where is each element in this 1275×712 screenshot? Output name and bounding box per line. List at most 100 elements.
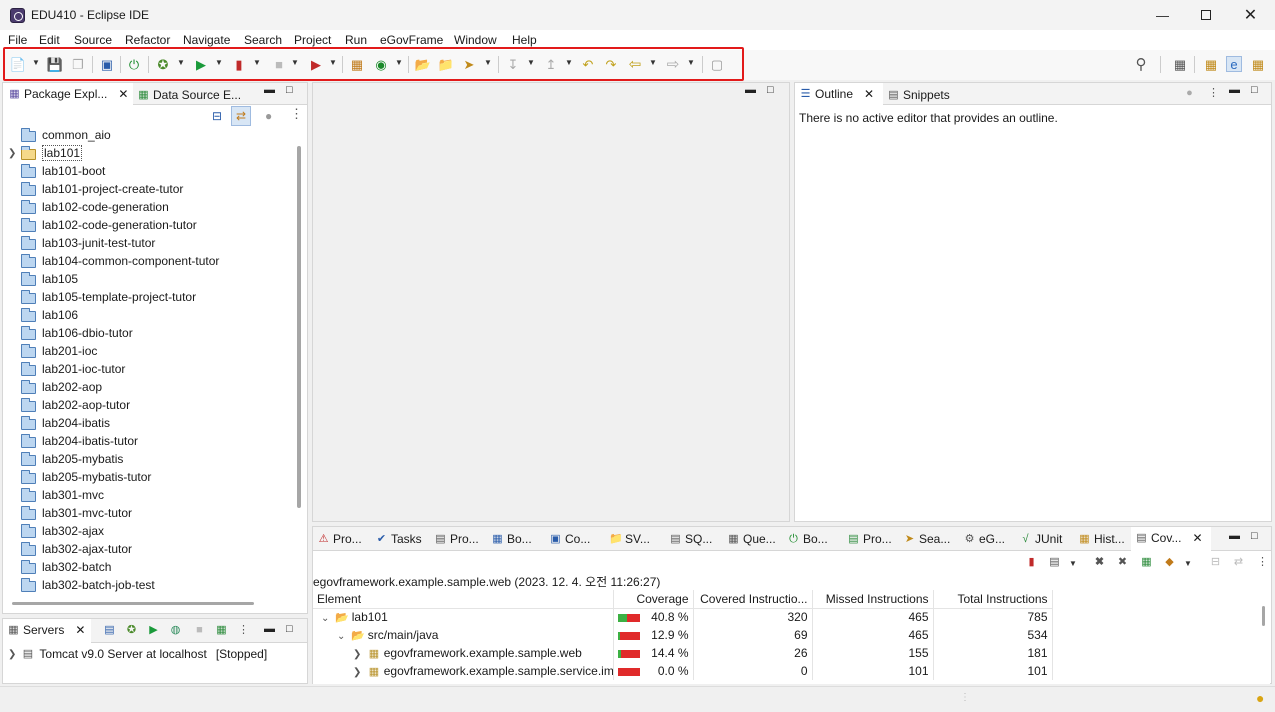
minimize-view-icon[interactable]: ▬ — [1229, 530, 1240, 542]
scroll-thumb[interactable] — [297, 146, 301, 508]
menu-search[interactable]: Search — [244, 33, 282, 47]
tab-query[interactable]: ▦ Que... — [727, 527, 775, 551]
search-icon[interactable]: ⚲ — [1133, 56, 1149, 72]
tab-egov[interactable]: ⚙ eG... — [963, 527, 1005, 551]
project-item[interactable]: lab204-ibatis-tutor — [21, 432, 138, 450]
coverage-row[interactable]: ❯ ▦ egovframework.example.sample.web 14.4 … — [313, 644, 1053, 662]
view-menu-icon[interactable]: ⋮ — [1256, 556, 1269, 569]
close-tab-icon[interactable]: ✕ — [118, 87, 128, 101]
menu-egovframe[interactable]: eGovFrame — [380, 33, 443, 47]
tree-horizontal-scrollbar[interactable] — [12, 602, 254, 605]
select-session-icon[interactable]: ◆ — [1163, 556, 1176, 569]
menu-edit[interactable]: Edit — [39, 33, 60, 47]
project-item[interactable]: lab101-project-create-tutor — [21, 180, 183, 198]
relaunch-coverage-icon[interactable]: ▮ — [1025, 556, 1038, 569]
tree-toggle-icon[interactable]: ⌄ — [321, 613, 329, 624]
tab-sql[interactable]: ▤ SQ... — [669, 527, 712, 551]
close-tab-icon[interactable]: ✕ — [1192, 531, 1202, 545]
merge-sessions-icon[interactable]: ▦ — [1140, 556, 1153, 569]
col-covered-instructions[interactable]: Covered Instructio... — [693, 590, 813, 608]
project-item[interactable]: lab106-dbio-tutor — [21, 324, 133, 342]
project-item[interactable]: lab105 — [21, 270, 78, 288]
collapse-all-icon[interactable]: ⊟ — [1209, 556, 1222, 569]
egov-perspective-icon[interactable]: e — [1226, 56, 1242, 72]
project-item[interactable]: lab102-code-generation-tutor — [21, 216, 197, 234]
tab-properties[interactable]: ▤ Pro... — [434, 527, 478, 551]
coverage-vertical-scrollbar[interactable] — [1258, 590, 1270, 684]
tab-svn[interactable]: 📁 SV... — [609, 527, 650, 551]
minimize-view-icon[interactable]: ▬ — [1229, 84, 1240, 96]
collapse-all-icon[interactable]: ⊟ — [212, 109, 222, 123]
tab-boot-dashboard[interactable]: ⏻ Bo... — [787, 527, 828, 551]
new-server-icon[interactable]: ▤ — [103, 624, 116, 637]
filters-icon[interactable]: ● — [265, 109, 272, 123]
expand-chevron-icon[interactable]: ❯ — [8, 148, 16, 159]
project-item[interactable]: lab301-mvc — [21, 486, 104, 504]
tree-toggle-icon[interactable]: ❯ — [353, 667, 361, 678]
project-item[interactable]: lab106 — [21, 306, 78, 324]
col-coverage[interactable]: Coverage — [613, 590, 694, 608]
col-total-instructions[interactable]: Total Instructions — [933, 590, 1053, 608]
dump-dropdown-icon[interactable]: ▼ — [1069, 559, 1077, 568]
project-item[interactable]: lab202-aop-tutor — [21, 396, 130, 414]
tab-console[interactable]: ▣ Co... — [549, 527, 590, 551]
tab-history[interactable]: ▦ Hist... — [1078, 527, 1124, 551]
link-with-selection-icon[interactable]: ⇄ — [1232, 556, 1245, 569]
dump-execution-icon[interactable]: ▤ — [1048, 556, 1061, 569]
project-item[interactable]: lab105-template-project-tutor — [21, 288, 196, 306]
remove-all-sessions-icon[interactable]: ✖ — [1116, 556, 1129, 569]
tab-data-source-explorer[interactable]: ▦ Data Source E... — [137, 83, 252, 107]
tab-outline[interactable]: ☰ Outline ✕ — [795, 83, 883, 107]
maximize-view-icon[interactable]: □ — [1251, 530, 1258, 542]
tab-bookmarks[interactable]: ▦ Bo... — [491, 527, 531, 551]
maximize-view-icon[interactable]: □ — [286, 623, 293, 635]
project-item[interactable]: lab201-ioc-tutor — [21, 360, 125, 378]
tab-search[interactable]: ➤ Sea... — [903, 527, 950, 551]
project-item[interactable]: lab201-ioc — [21, 342, 97, 360]
start-server-icon[interactable]: ▶ — [147, 624, 160, 637]
profile-server-icon[interactable]: ◍ — [169, 624, 182, 637]
project-item[interactable]: lab301-mvc-tutor — [21, 504, 132, 522]
publish-server-icon[interactable]: ▦ — [215, 624, 228, 637]
tree-toggle-icon[interactable]: ⌄ — [337, 631, 345, 642]
col-missed-instructions[interactable]: Missed Instructions — [812, 590, 934, 608]
stop-server-icon[interactable]: ■ — [193, 624, 206, 637]
project-item[interactable]: lab102-code-generation — [21, 198, 169, 216]
coverage-row[interactable]: ⌄ 📂 src/main/java 12.9 % 69 465 534 — [313, 626, 1053, 644]
col-element[interactable]: Element — [313, 590, 614, 608]
menu-help[interactable]: Help — [512, 33, 537, 47]
debug-server-icon[interactable]: ✪ — [125, 624, 138, 637]
debug-perspective-icon[interactable]: ▦ — [1250, 56, 1266, 72]
view-menu-icon[interactable]: ⋮ — [237, 624, 250, 637]
filters-icon[interactable]: ● — [1183, 87, 1196, 100]
link-with-editor-icon[interactable]: ⇄ — [231, 106, 251, 126]
menu-source[interactable]: Source — [74, 33, 112, 47]
menu-navigate[interactable]: Navigate — [183, 33, 230, 47]
expand-chevron-icon[interactable]: ❯ — [8, 649, 16, 660]
menu-project[interactable]: Project — [294, 33, 331, 47]
lightbulb-icon[interactable]: ● — [1256, 690, 1264, 706]
tab-tasks[interactable]: ✔ Tasks — [375, 527, 422, 551]
project-item[interactable]: lab302-ajax — [21, 522, 104, 540]
session-dropdown-icon[interactable]: ▼ — [1184, 559, 1192, 568]
menu-window[interactable]: Window — [454, 33, 497, 47]
project-item[interactable]: lab104-common-component-tutor — [21, 252, 219, 270]
project-item[interactable]: lab204-ibatis — [21, 414, 110, 432]
tab-servers[interactable]: ▦ Servers ✕ — [3, 619, 91, 643]
minimize-view-icon[interactable]: ▬ — [264, 623, 275, 635]
project-item[interactable]: lab101 — [21, 144, 83, 162]
menu-refactor[interactable]: Refactor — [125, 33, 170, 47]
menu-run[interactable]: Run — [345, 33, 367, 47]
tab-package-explorer[interactable]: ▦ Package Expl... ✕ — [3, 83, 133, 107]
view-menu-icon[interactable]: ⋮ — [1207, 87, 1220, 100]
maximize-view-icon[interactable]: □ — [286, 84, 293, 96]
maximize-editor-icon[interactable]: □ — [767, 84, 774, 96]
tab-progress[interactable]: ▤ Pro... — [847, 527, 891, 551]
coverage-row[interactable]: ⌄ 📂 lab101 40.8 % 320 465 785 — [313, 608, 1053, 626]
tab-snippets[interactable]: ▤ Snippets — [887, 83, 967, 107]
close-button[interactable]: ✕ — [1228, 0, 1273, 30]
close-tab-icon[interactable]: ✕ — [864, 87, 874, 101]
minimize-editor-icon[interactable]: ▬ — [745, 84, 756, 96]
view-menu-icon[interactable]: ⋮ — [290, 106, 303, 122]
close-tab-icon[interactable]: ✕ — [75, 623, 85, 637]
